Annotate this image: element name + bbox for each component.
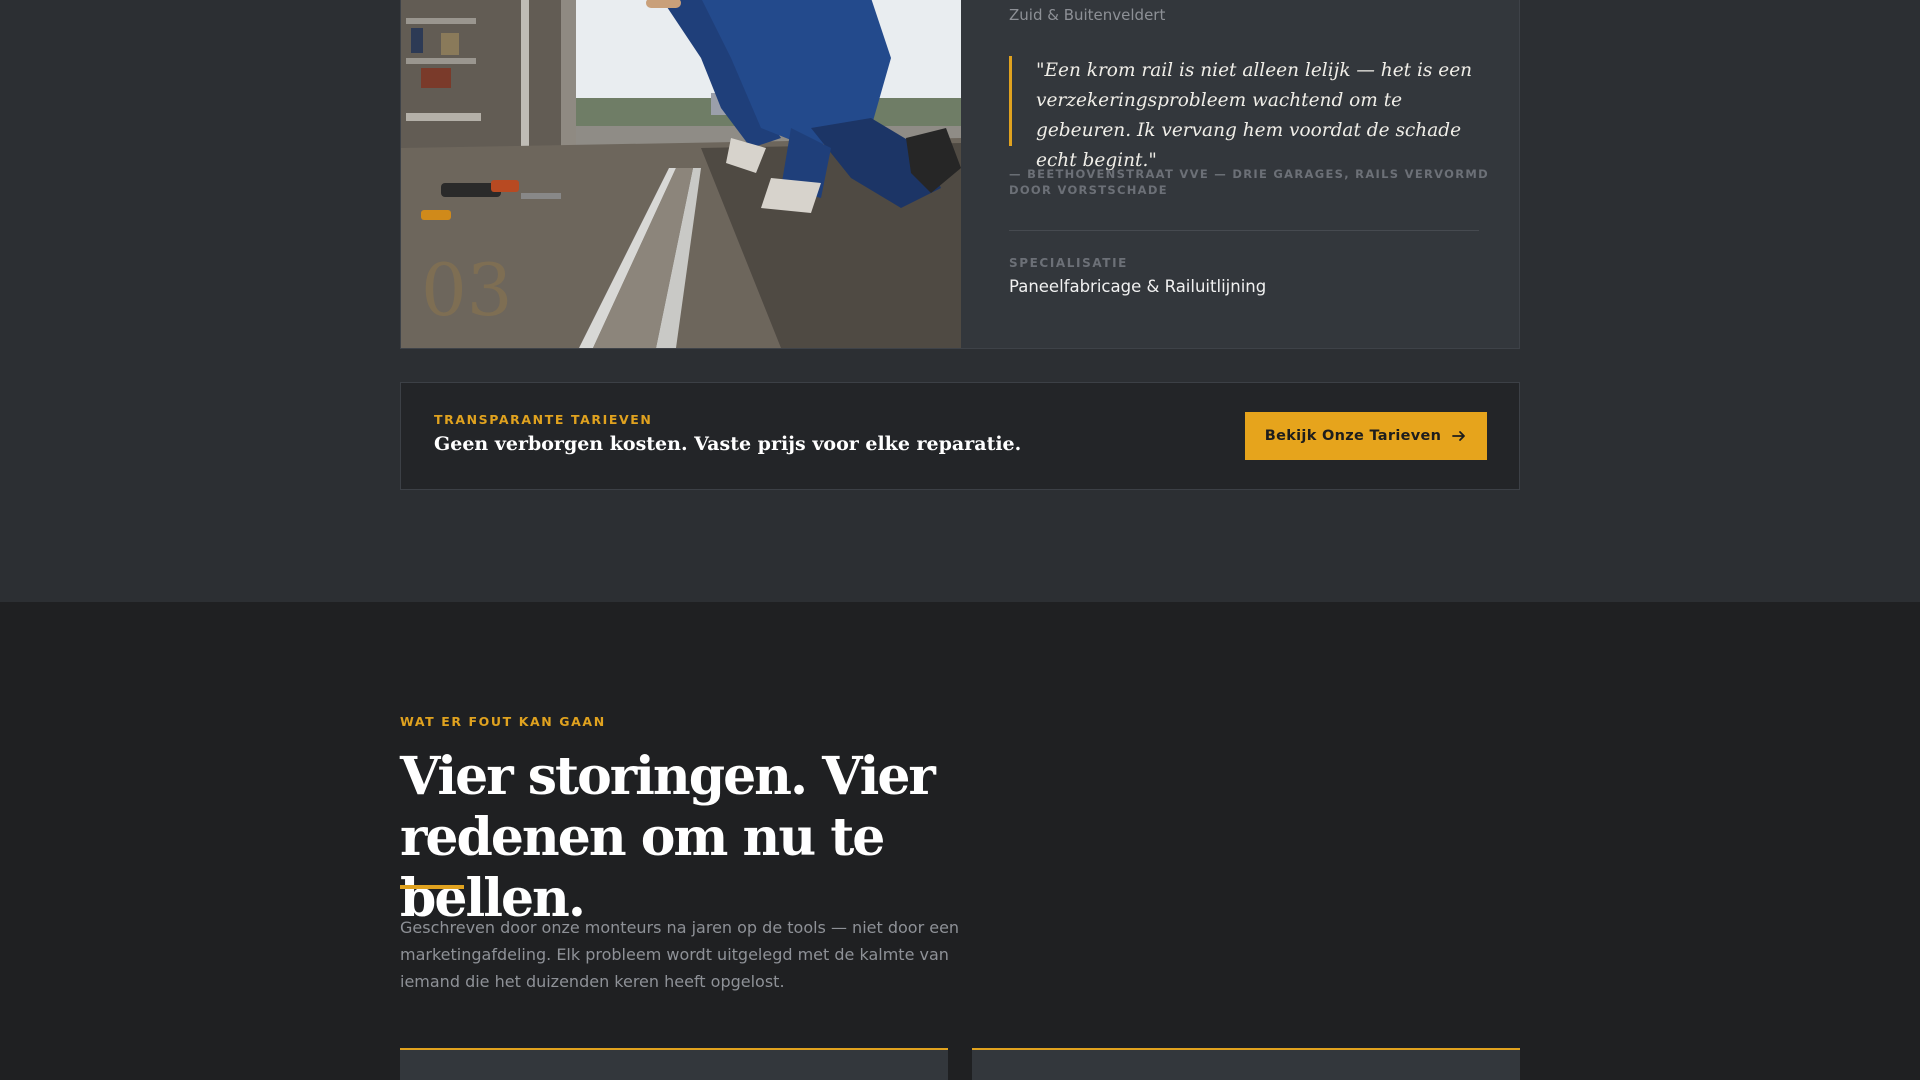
divider bbox=[1009, 230, 1479, 231]
quote-attribution: — Beethovenstraat VvE — drie garages, ra… bbox=[1009, 167, 1489, 197]
section-intro: Geschreven door onze monteurs na jaren o… bbox=[400, 918, 960, 991]
technician-photo: 03 bbox=[401, 0, 961, 348]
issues-section: WAT ER FOUT KAN GAAN Vier storingen. Vie… bbox=[0, 602, 1920, 1080]
view-rates-button[interactable]: Bekijk Onze Tarieven bbox=[1245, 412, 1487, 460]
view-rates-label: Bekijk Onze Tarieven bbox=[1264, 428, 1442, 444]
page: 03 Zuid & Buitenveldert "Een krom rail i… bbox=[0, 0, 1920, 1080]
issue-card[interactable] bbox=[972, 1048, 1520, 1080]
team-member-card: 03 Zuid & Buitenveldert "Een krom rail i… bbox=[400, 0, 1520, 349]
specialization-label: SPECIALISATIE bbox=[1009, 256, 1128, 270]
pricing-text: Geen verborgen kosten. Vaste prijs voor … bbox=[434, 433, 1022, 455]
issue-card[interactable] bbox=[400, 1048, 948, 1080]
accent-bar bbox=[400, 885, 464, 889]
member-number: 03 bbox=[421, 248, 513, 332]
member-details: Zuid & Buitenveldert "Een krom rail is n… bbox=[1009, 0, 1488, 348]
section-headline: Vier storingen. Vier redenen om nu te be… bbox=[400, 746, 936, 929]
arrow-right-icon bbox=[1452, 431, 1466, 441]
member-quote: "Een krom rail is niet alleen lelijk — h… bbox=[1009, 56, 1474, 171]
pricing-eyebrow: TRANSPARANTE TARIEVEN bbox=[434, 412, 653, 427]
service-area: Zuid & Buitenveldert bbox=[1009, 6, 1166, 24]
section-eyebrow: WAT ER FOUT KAN GAAN bbox=[400, 714, 606, 729]
team-section: 03 Zuid & Buitenveldert "Een krom rail i… bbox=[0, 0, 1920, 602]
pricing-banner: TRANSPARANTE TARIEVEN Geen verborgen kos… bbox=[400, 382, 1520, 490]
specialization-value: Paneelfabricage & Railuitlijning bbox=[1009, 277, 1267, 296]
